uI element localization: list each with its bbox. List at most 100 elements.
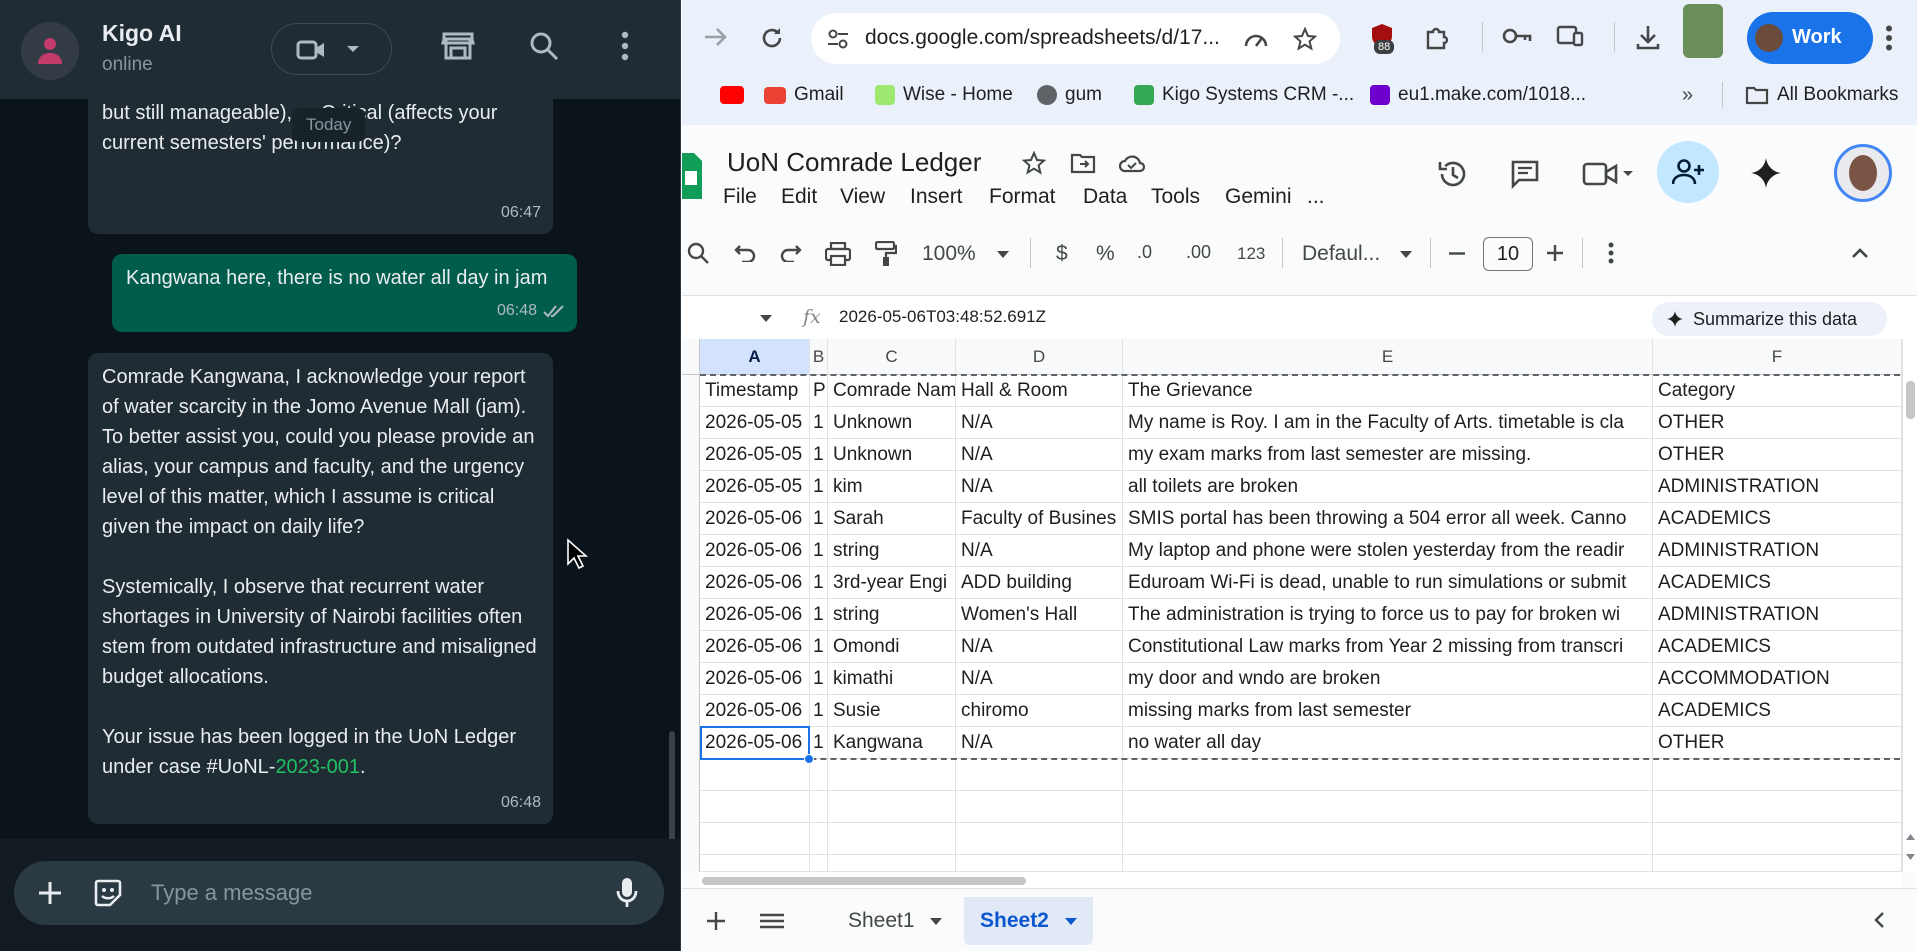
empty-cell[interactable] xyxy=(1123,759,1653,791)
cell-comrade-name[interactable]: kim xyxy=(828,471,956,503)
cell-hall-room[interactable]: Faculty of Busines xyxy=(956,503,1123,535)
cell-category[interactable]: ACADEMICS xyxy=(1653,503,1902,535)
more-toolbar-icon[interactable] xyxy=(1608,242,1614,264)
cell-comrade-name[interactable]: Kangwana xyxy=(828,727,956,759)
sidebar-collapse-chevron-icon[interactable] xyxy=(1874,912,1884,928)
cell-p[interactable]: 1 xyxy=(810,503,828,535)
cell-timestamp[interactable]: 2026-05-05 xyxy=(700,407,810,439)
empty-cell[interactable] xyxy=(1653,855,1902,871)
reload-icon[interactable] xyxy=(760,26,784,50)
decrease-font-size-icon[interactable] xyxy=(1449,252,1465,255)
menu-more[interactable]: ... xyxy=(1307,185,1325,209)
contact-avatar[interactable] xyxy=(21,22,79,80)
address-bar[interactable]: docs.google.com/spreadsheets/d/17... xyxy=(811,13,1340,64)
cell-hall-room[interactable]: chiromo xyxy=(956,695,1123,727)
cell-timestamp[interactable]: 2026-05-06 xyxy=(700,535,810,567)
scroll-down-arrow-icon[interactable] xyxy=(1906,854,1915,860)
microphone-icon[interactable] xyxy=(616,877,638,909)
column-header-a[interactable]: A xyxy=(700,339,810,375)
url-text[interactable]: docs.google.com/spreadsheets/d/17... xyxy=(865,26,1220,50)
extension-badge-button[interactable]: 88 xyxy=(1368,22,1396,54)
cell-hall-room[interactable]: N/A xyxy=(956,407,1123,439)
message-outgoing[interactable]: Kangwana here, there is no water all day… xyxy=(112,254,577,332)
empty-cell[interactable] xyxy=(700,823,810,855)
forward-arrow-icon[interactable] xyxy=(704,27,728,47)
cell-grievance[interactable]: missing marks from last semester xyxy=(1123,695,1653,727)
header-cell-category[interactable]: Category xyxy=(1653,375,1902,407)
profile-button[interactable]: Work xyxy=(1747,12,1873,64)
empty-cell[interactable] xyxy=(810,855,828,871)
cell-hall-room[interactable]: N/A xyxy=(956,663,1123,695)
bookmark-wise[interactable]: Wise - Home xyxy=(875,82,1013,108)
cell-grievance[interactable]: Constitutional Law marks from Year 2 mis… xyxy=(1123,631,1653,663)
tab-sheet1[interactable]: Sheet1 xyxy=(832,897,958,945)
empty-cell[interactable] xyxy=(810,791,828,823)
empty-cell[interactable] xyxy=(1653,791,1902,823)
cell-comrade-name[interactable]: Omondi xyxy=(828,631,956,663)
shop-icon[interactable] xyxy=(441,31,475,61)
chat-scrollbar[interactable] xyxy=(669,731,675,839)
bookmark-star-icon[interactable] xyxy=(1293,27,1317,51)
header-cell-p[interactable]: P xyxy=(810,375,828,407)
print-icon[interactable] xyxy=(825,242,851,266)
meet-button[interactable] xyxy=(1582,159,1634,189)
menu-view[interactable]: View xyxy=(840,185,885,209)
formula-input[interactable]: 2026-05-06T03:48:52.691Z xyxy=(839,307,1046,327)
cell-grievance[interactable]: all toilets are broken xyxy=(1123,471,1653,503)
cell-timestamp[interactable]: 2026-05-06 xyxy=(700,695,810,727)
empty-cell[interactable] xyxy=(1123,791,1653,823)
cell-category[interactable]: OTHER xyxy=(1653,727,1902,759)
cell-p[interactable]: 1 xyxy=(810,599,828,631)
cell-comrade-name[interactable]: Sarah xyxy=(828,503,956,535)
bookmarks-overflow-chevron-icon[interactable]: » xyxy=(1682,82,1693,108)
cell-grievance[interactable]: My name is Roy. I am in the Faculty of A… xyxy=(1123,407,1653,439)
cell-category[interactable]: ACADEMICS xyxy=(1653,631,1902,663)
column-header-b[interactable]: B xyxy=(810,339,828,375)
version-history-icon[interactable] xyxy=(1437,158,1469,190)
add-sheet-icon[interactable] xyxy=(707,912,725,930)
cell-category[interactable]: ADMINISTRATION xyxy=(1653,599,1902,631)
column-header-d[interactable]: D xyxy=(956,339,1123,375)
empty-cell[interactable] xyxy=(956,855,1123,871)
attach-plus-icon[interactable] xyxy=(38,881,62,905)
cell-comrade-name[interactable]: 3rd-year Engi xyxy=(828,567,956,599)
empty-cell[interactable] xyxy=(1123,823,1653,855)
search-menus-icon[interactable] xyxy=(687,242,709,264)
empty-cell[interactable] xyxy=(700,791,810,823)
empty-cell[interactable] xyxy=(828,855,956,871)
cell-comrade-name[interactable]: Unknown xyxy=(828,407,956,439)
cell-grievance[interactable]: SMIS portal has been throwing a 504 erro… xyxy=(1123,503,1653,535)
redo-icon[interactable] xyxy=(780,244,802,262)
cell-p[interactable]: 1 xyxy=(810,471,828,503)
message-incoming[interactable]: Comrade Kangwana, I acknowledge your rep… xyxy=(88,353,553,824)
cell-timestamp[interactable]: 2026-05-06 xyxy=(700,567,810,599)
bookmark-kigo-crm[interactable]: Kigo Systems CRM -... xyxy=(1134,82,1354,108)
cell-timestamp[interactable]: 2026-05-06 xyxy=(700,599,810,631)
extension-thumbnail-icon[interactable] xyxy=(1683,4,1723,58)
cell-category[interactable]: ADMINISTRATION xyxy=(1653,471,1902,503)
menu-insert[interactable]: Insert xyxy=(910,185,963,209)
browser-menu-icon[interactable] xyxy=(1885,25,1893,51)
gemini-sparkle-icon[interactable] xyxy=(1750,157,1782,189)
menu-edit[interactable]: Edit xyxy=(781,185,817,209)
account-avatar[interactable] xyxy=(1834,144,1892,202)
cell-hall-room[interactable]: ADD building xyxy=(956,567,1123,599)
empty-cell[interactable] xyxy=(810,759,828,791)
font-family-select[interactable]: Defaul... xyxy=(1302,242,1380,266)
bookmark-make[interactable]: eu1.make.com/1018... xyxy=(1370,82,1586,108)
sticker-icon[interactable] xyxy=(93,878,123,908)
empty-cell[interactable] xyxy=(1653,759,1902,791)
extensions-puzzle-icon[interactable] xyxy=(1424,24,1450,50)
sheets-logo-icon[interactable] xyxy=(682,153,702,199)
cell-p[interactable]: 1 xyxy=(810,535,828,567)
bookmark-gum[interactable]: gum xyxy=(1037,82,1102,108)
cell-p[interactable]: 1 xyxy=(810,407,828,439)
cell-timestamp[interactable]: 2026-05-05 xyxy=(700,439,810,471)
cast-device-icon[interactable] xyxy=(1556,25,1584,47)
row-headers[interactable] xyxy=(682,375,700,871)
search-icon[interactable] xyxy=(529,31,559,61)
empty-cell[interactable] xyxy=(828,791,956,823)
cell-timestamp[interactable]: 2026-05-06 xyxy=(700,631,810,663)
cell-comrade-name[interactable]: Unknown xyxy=(828,439,956,471)
menu-data[interactable]: Data xyxy=(1083,185,1127,209)
